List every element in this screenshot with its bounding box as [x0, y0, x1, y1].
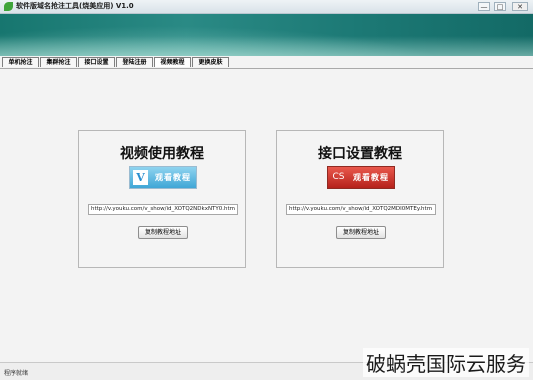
tab-video-tutorial[interactable]: 视频教程 [154, 57, 191, 67]
window-title: 软件版域名抢注工具(烧美应用) V1.0 [16, 2, 134, 10]
app-window: 软件版域名抢注工具(烧美应用) V1.0 — □ ✕ 单机抢注 集群抢注 接口设… [0, 0, 533, 380]
tab-bar: 单机抢注 集群抢注 接口设置 登陆注册 视频教程 更换皮肤 [0, 56, 533, 69]
tab-login-register[interactable]: 登陆注册 [116, 57, 153, 67]
minimize-button[interactable]: — [478, 2, 490, 11]
cs-logo-icon: CS [332, 172, 345, 182]
watch-video-label: 观看教程 [353, 173, 389, 182]
watch-video-button[interactable]: CS 观看教程 [327, 166, 395, 189]
banner-glow [0, 36, 533, 58]
panel-title: 视频使用教程 [120, 146, 204, 162]
header-banner [0, 14, 533, 58]
copy-url-button[interactable]: 复制教程地址 [138, 226, 188, 239]
tab-change-skin[interactable]: 更换皮肤 [192, 57, 229, 67]
watch-video-label: 观看教程 [155, 173, 191, 182]
panel-title: 接口设置教程 [318, 146, 402, 162]
maximize-button[interactable]: □ [494, 2, 506, 11]
tab-interface-settings[interactable]: 接口设置 [78, 57, 115, 67]
tab-cluster-register[interactable]: 集群抢注 [40, 57, 77, 67]
status-text: 程序就绪 [4, 370, 29, 377]
tutorial-url-field[interactable]: http://v.youku.com/v_show/id_XOTQ2MDI0MT… [286, 204, 436, 215]
tab-single-register[interactable]: 单机抢注 [2, 57, 39, 67]
video-v-icon: V [133, 170, 148, 185]
title-bar: 软件版域名抢注工具(烧美应用) V1.0 — □ ✕ [0, 0, 533, 14]
tab-content: 视频使用教程 V 观看教程 http://v.youku.com/v_show/… [0, 69, 533, 362]
tutorial-url-field[interactable]: http://v.youku.com/v_show/id_XOTQ2NDkxNT… [88, 204, 238, 215]
watch-video-button[interactable]: V 观看教程 [129, 166, 197, 189]
close-button[interactable]: ✕ [512, 2, 528, 11]
video-tutorial-panel: 视频使用教程 V 观看教程 http://v.youku.com/v_show/… [78, 130, 246, 268]
leaf-app-icon [4, 2, 13, 11]
watermark-text: 破蜗壳国际云服务 [363, 348, 529, 377]
interface-tutorial-panel: 接口设置教程 CS 观看教程 http://v.youku.com/v_show… [276, 130, 444, 268]
copy-url-button[interactable]: 复制教程地址 [336, 226, 386, 239]
